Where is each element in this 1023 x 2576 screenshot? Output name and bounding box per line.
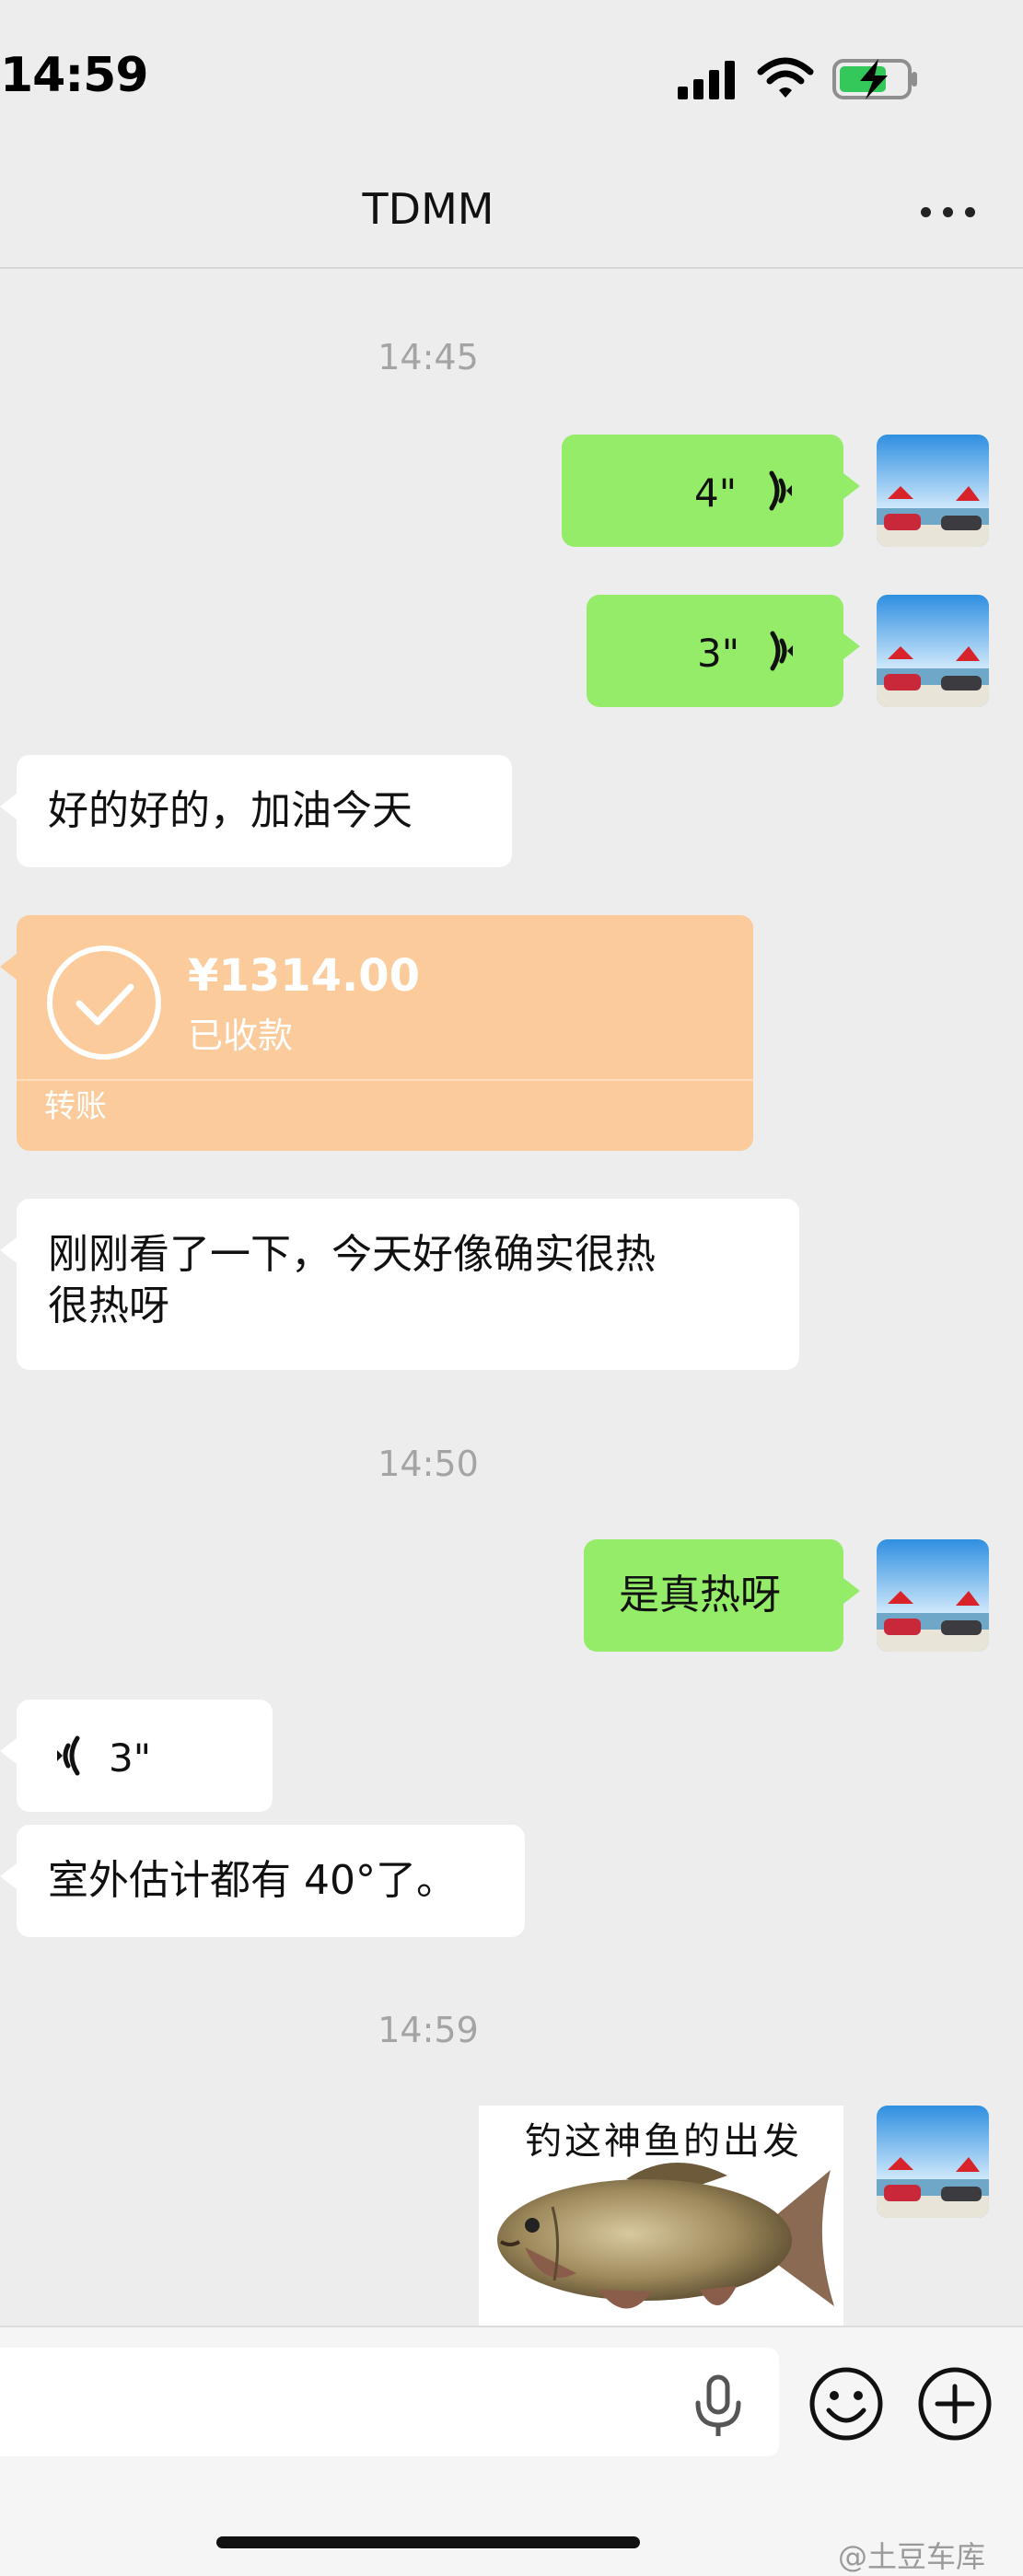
emoji-icon[interactable] — [808, 2366, 884, 2442]
status-time: 14:59 — [0, 48, 149, 103]
avatar-image — [877, 2106, 989, 2218]
incoming-text-message[interactable]: 刚刚看了一下，今天好像确实很热 很热呀 — [0, 1199, 799, 1370]
time-divider: 14:50 — [378, 1444, 479, 1484]
wifi-icon — [757, 57, 814, 98]
voice-message[interactable]: 4" — [562, 435, 860, 547]
transfer-label: 转账 — [44, 1088, 107, 1125]
cellular-signal-icon — [678, 61, 738, 99]
more-options-button[interactable] — [912, 184, 985, 239]
goldfish-icon — [497, 2162, 834, 2309]
check-circle-icon — [47, 946, 161, 1060]
battery-charging-icon — [832, 59, 917, 99]
voice-wave-icon — [770, 631, 793, 671]
plus-icon[interactable] — [917, 2366, 993, 2442]
time-divider: 14:59 — [378, 2010, 479, 2050]
voice-duration: 4" — [694, 470, 738, 516]
message-text: 是真热呀 — [619, 1572, 781, 1619]
voice-wave-icon — [769, 470, 792, 511]
my-avatar[interactable] — [877, 595, 989, 707]
incoming-text-message[interactable]: 室外估计都有 40°了。 — [0, 1825, 525, 1937]
voice-duration: 3" — [109, 1735, 152, 1781]
incoming-voice-message[interactable]: 3" — [0, 1700, 273, 1812]
voice-wave-icon — [57, 1735, 80, 1776]
message-text-line: 刚刚看了一下，今天好像确实很热 — [48, 1231, 656, 1278]
avatar-image — [877, 435, 989, 547]
transfer-amount: ¥1314.00 — [188, 950, 421, 1002]
outgoing-text-message[interactable]: 是真热呀 — [584, 1539, 860, 1652]
chat-title: TDMM — [362, 184, 494, 234]
watermark: @土豆车库 — [838, 2539, 986, 2574]
my-avatar[interactable] — [877, 435, 989, 547]
avatar-image — [877, 1539, 989, 1652]
transfer-card[interactable]: ¥1314.00 已收款 转账 — [0, 915, 753, 1151]
message-text-line: 很热呀 — [48, 1282, 169, 1329]
fish-sticker[interactable]: 钓这神鱼的出发 — [479, 2106, 843, 2327]
voice-duration: 3" — [697, 631, 740, 676]
incoming-text-message[interactable]: 好的好的，加油今天 — [0, 755, 512, 867]
message-text: 好的好的，加油今天 — [48, 787, 413, 834]
microphone-icon[interactable] — [691, 2373, 746, 2438]
my-avatar[interactable] — [877, 2106, 989, 2218]
avatar-image — [877, 595, 989, 707]
time-divider: 14:45 — [378, 337, 479, 377]
transfer-divider — [17, 1079, 753, 1081]
voice-message[interactable]: 3" — [587, 595, 860, 707]
transfer-status: 已收款 — [188, 1015, 294, 1056]
my-avatar[interactable] — [877, 1539, 989, 1652]
message-input[interactable] — [0, 2348, 779, 2456]
home-indicator[interactable] — [216, 2536, 640, 2548]
message-text: 室外估计都有 40°了。 — [48, 1857, 457, 1904]
